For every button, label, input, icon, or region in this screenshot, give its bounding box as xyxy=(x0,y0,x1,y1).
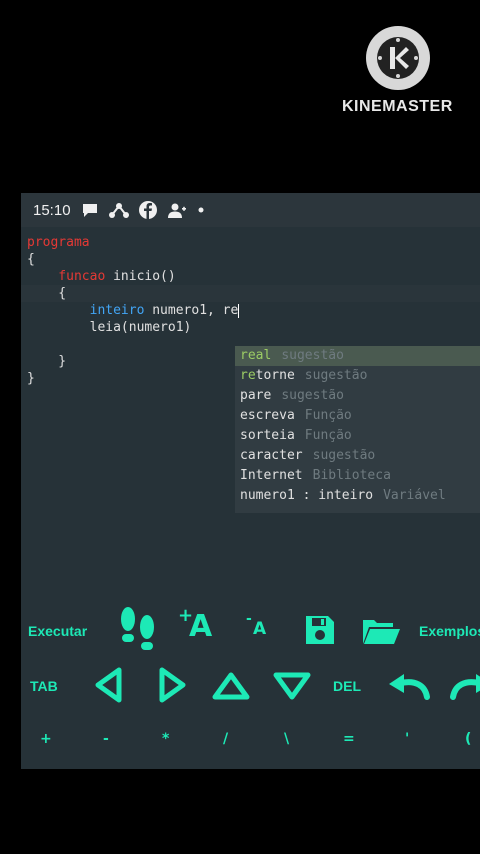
chat-bubble-icon xyxy=(82,204,97,217)
kinemaster-logo xyxy=(366,26,430,90)
symbol-open-paren-button[interactable]: ( xyxy=(465,731,471,747)
save-icon[interactable] xyxy=(304,614,336,646)
suggestion-text: caracter xyxy=(240,448,303,463)
arrow-left-icon[interactable] xyxy=(94,667,124,703)
code-token: programa xyxy=(27,235,90,250)
suggestion-item[interactable]: Internet Biblioteca xyxy=(235,466,480,486)
symbol-divide-button[interactable]: / xyxy=(223,731,228,747)
symbol-equals-button[interactable]: = xyxy=(343,731,355,747)
code-line: { xyxy=(27,251,35,268)
status-time: 15:10 xyxy=(33,201,71,219)
suggestion-type: sugestão xyxy=(281,388,344,403)
code-token: { xyxy=(27,252,35,267)
kinemaster-k-icon xyxy=(377,37,419,79)
open-folder-icon[interactable] xyxy=(361,616,401,646)
suggestion-type: Biblioteca xyxy=(312,468,391,483)
code-line: funcao inicio() xyxy=(27,268,176,285)
code-token: leia(numero1) xyxy=(27,320,192,335)
dot-icon xyxy=(198,207,204,213)
suggestion-text: sorteia xyxy=(240,428,295,443)
arrow-right-icon[interactable] xyxy=(157,667,187,703)
suggestion-item[interactable]: caracter sugestão xyxy=(235,446,480,466)
code-token: } xyxy=(27,371,35,386)
tab-key-button[interactable]: TAB xyxy=(30,678,58,694)
code-editor[interactable]: programa { funcao inicio() { inteiro nume… xyxy=(21,227,480,587)
redo-icon[interactable] xyxy=(449,671,480,701)
code-token: inteiro xyxy=(27,303,153,318)
arrow-down-icon[interactable] xyxy=(272,671,312,701)
code-token: funcao xyxy=(27,269,114,284)
code-line: leia(numero1) xyxy=(27,319,192,336)
network-icon xyxy=(108,203,129,218)
current-line-highlight xyxy=(21,285,480,302)
status-bar: 15:10 xyxy=(21,193,480,227)
minus-icon: - xyxy=(246,611,252,627)
symbol-quote-button[interactable]: ' xyxy=(405,731,409,747)
autocomplete-popup: real sugestão retorne sugestão pare sugestão e… xyxy=(235,346,480,513)
suggestion-match: re xyxy=(240,368,256,383)
suggestion-match: re xyxy=(240,348,256,363)
code-token: { xyxy=(27,286,67,301)
suggestion-text: pare xyxy=(240,388,272,403)
suggestion-type: Variável xyxy=(383,488,446,503)
suggestion-type: sugestão xyxy=(304,368,368,383)
suggestion-type: Função xyxy=(304,428,352,443)
code-token: numero1, re xyxy=(152,303,239,318)
run-button[interactable]: Executar xyxy=(28,623,87,639)
symbol-backslash-button[interactable]: \ xyxy=(284,731,289,747)
undo-icon[interactable] xyxy=(387,671,435,701)
add-person-icon xyxy=(167,203,186,218)
suggestion-list: real sugestão retorne sugestão pare sugestão e… xyxy=(235,346,480,506)
footsteps-icon[interactable] xyxy=(117,605,159,655)
suggestion-item[interactable]: sorteia Função xyxy=(235,426,480,446)
suggestion-text: escreva xyxy=(240,408,295,423)
decrease-font-button[interactable]: - A xyxy=(246,611,276,643)
phone-screen: 15:10 programa {funcao inicio() {intei… xyxy=(21,193,480,769)
code-token: } xyxy=(27,354,67,369)
font-a-small-icon: A xyxy=(253,619,267,639)
increase-font-button[interactable]: + A xyxy=(178,605,218,649)
suggestion-text: numero1 : inteiro xyxy=(240,488,374,503)
code-token: inicio() xyxy=(113,269,176,284)
suggestion-item[interactable]: escreva Função xyxy=(235,406,480,426)
code-line: } xyxy=(27,353,66,370)
code-line: { xyxy=(27,285,66,302)
suggestion-item[interactable]: real sugestão xyxy=(235,346,480,366)
suggestion-type: sugestão xyxy=(281,348,344,363)
code-line: programa xyxy=(27,234,90,251)
examples-button[interactable]: Exemplos xyxy=(419,623,480,639)
code-line: } xyxy=(27,370,35,387)
suggestion-item[interactable]: numero1 : inteiro Variável xyxy=(235,486,480,506)
watermark-text: KINEMASTER xyxy=(342,98,453,115)
suggestion-text: al xyxy=(255,348,272,363)
facebook-icon xyxy=(138,201,157,219)
delete-key-button[interactable]: DEL xyxy=(333,678,361,694)
text-caret xyxy=(238,303,240,318)
suggestion-type: sugestão xyxy=(312,448,376,463)
suggestion-text: Internet xyxy=(240,468,303,483)
arrow-up-icon[interactable] xyxy=(211,671,251,701)
status-icons xyxy=(81,201,205,219)
suggestion-item[interactable]: pare sugestão xyxy=(235,386,480,406)
symbol-minus-button[interactable]: - xyxy=(103,731,109,747)
suggestion-item[interactable]: retorne sugestão xyxy=(235,366,480,386)
code-line: inteiro numero1, re xyxy=(27,302,240,319)
symbol-plus-button[interactable]: + xyxy=(40,731,52,747)
font-a-large-icon: A xyxy=(189,609,213,644)
suggestion-text: torne xyxy=(255,368,295,383)
suggestion-type: Função xyxy=(304,408,352,423)
symbol-multiply-button[interactable]: * xyxy=(162,731,169,747)
